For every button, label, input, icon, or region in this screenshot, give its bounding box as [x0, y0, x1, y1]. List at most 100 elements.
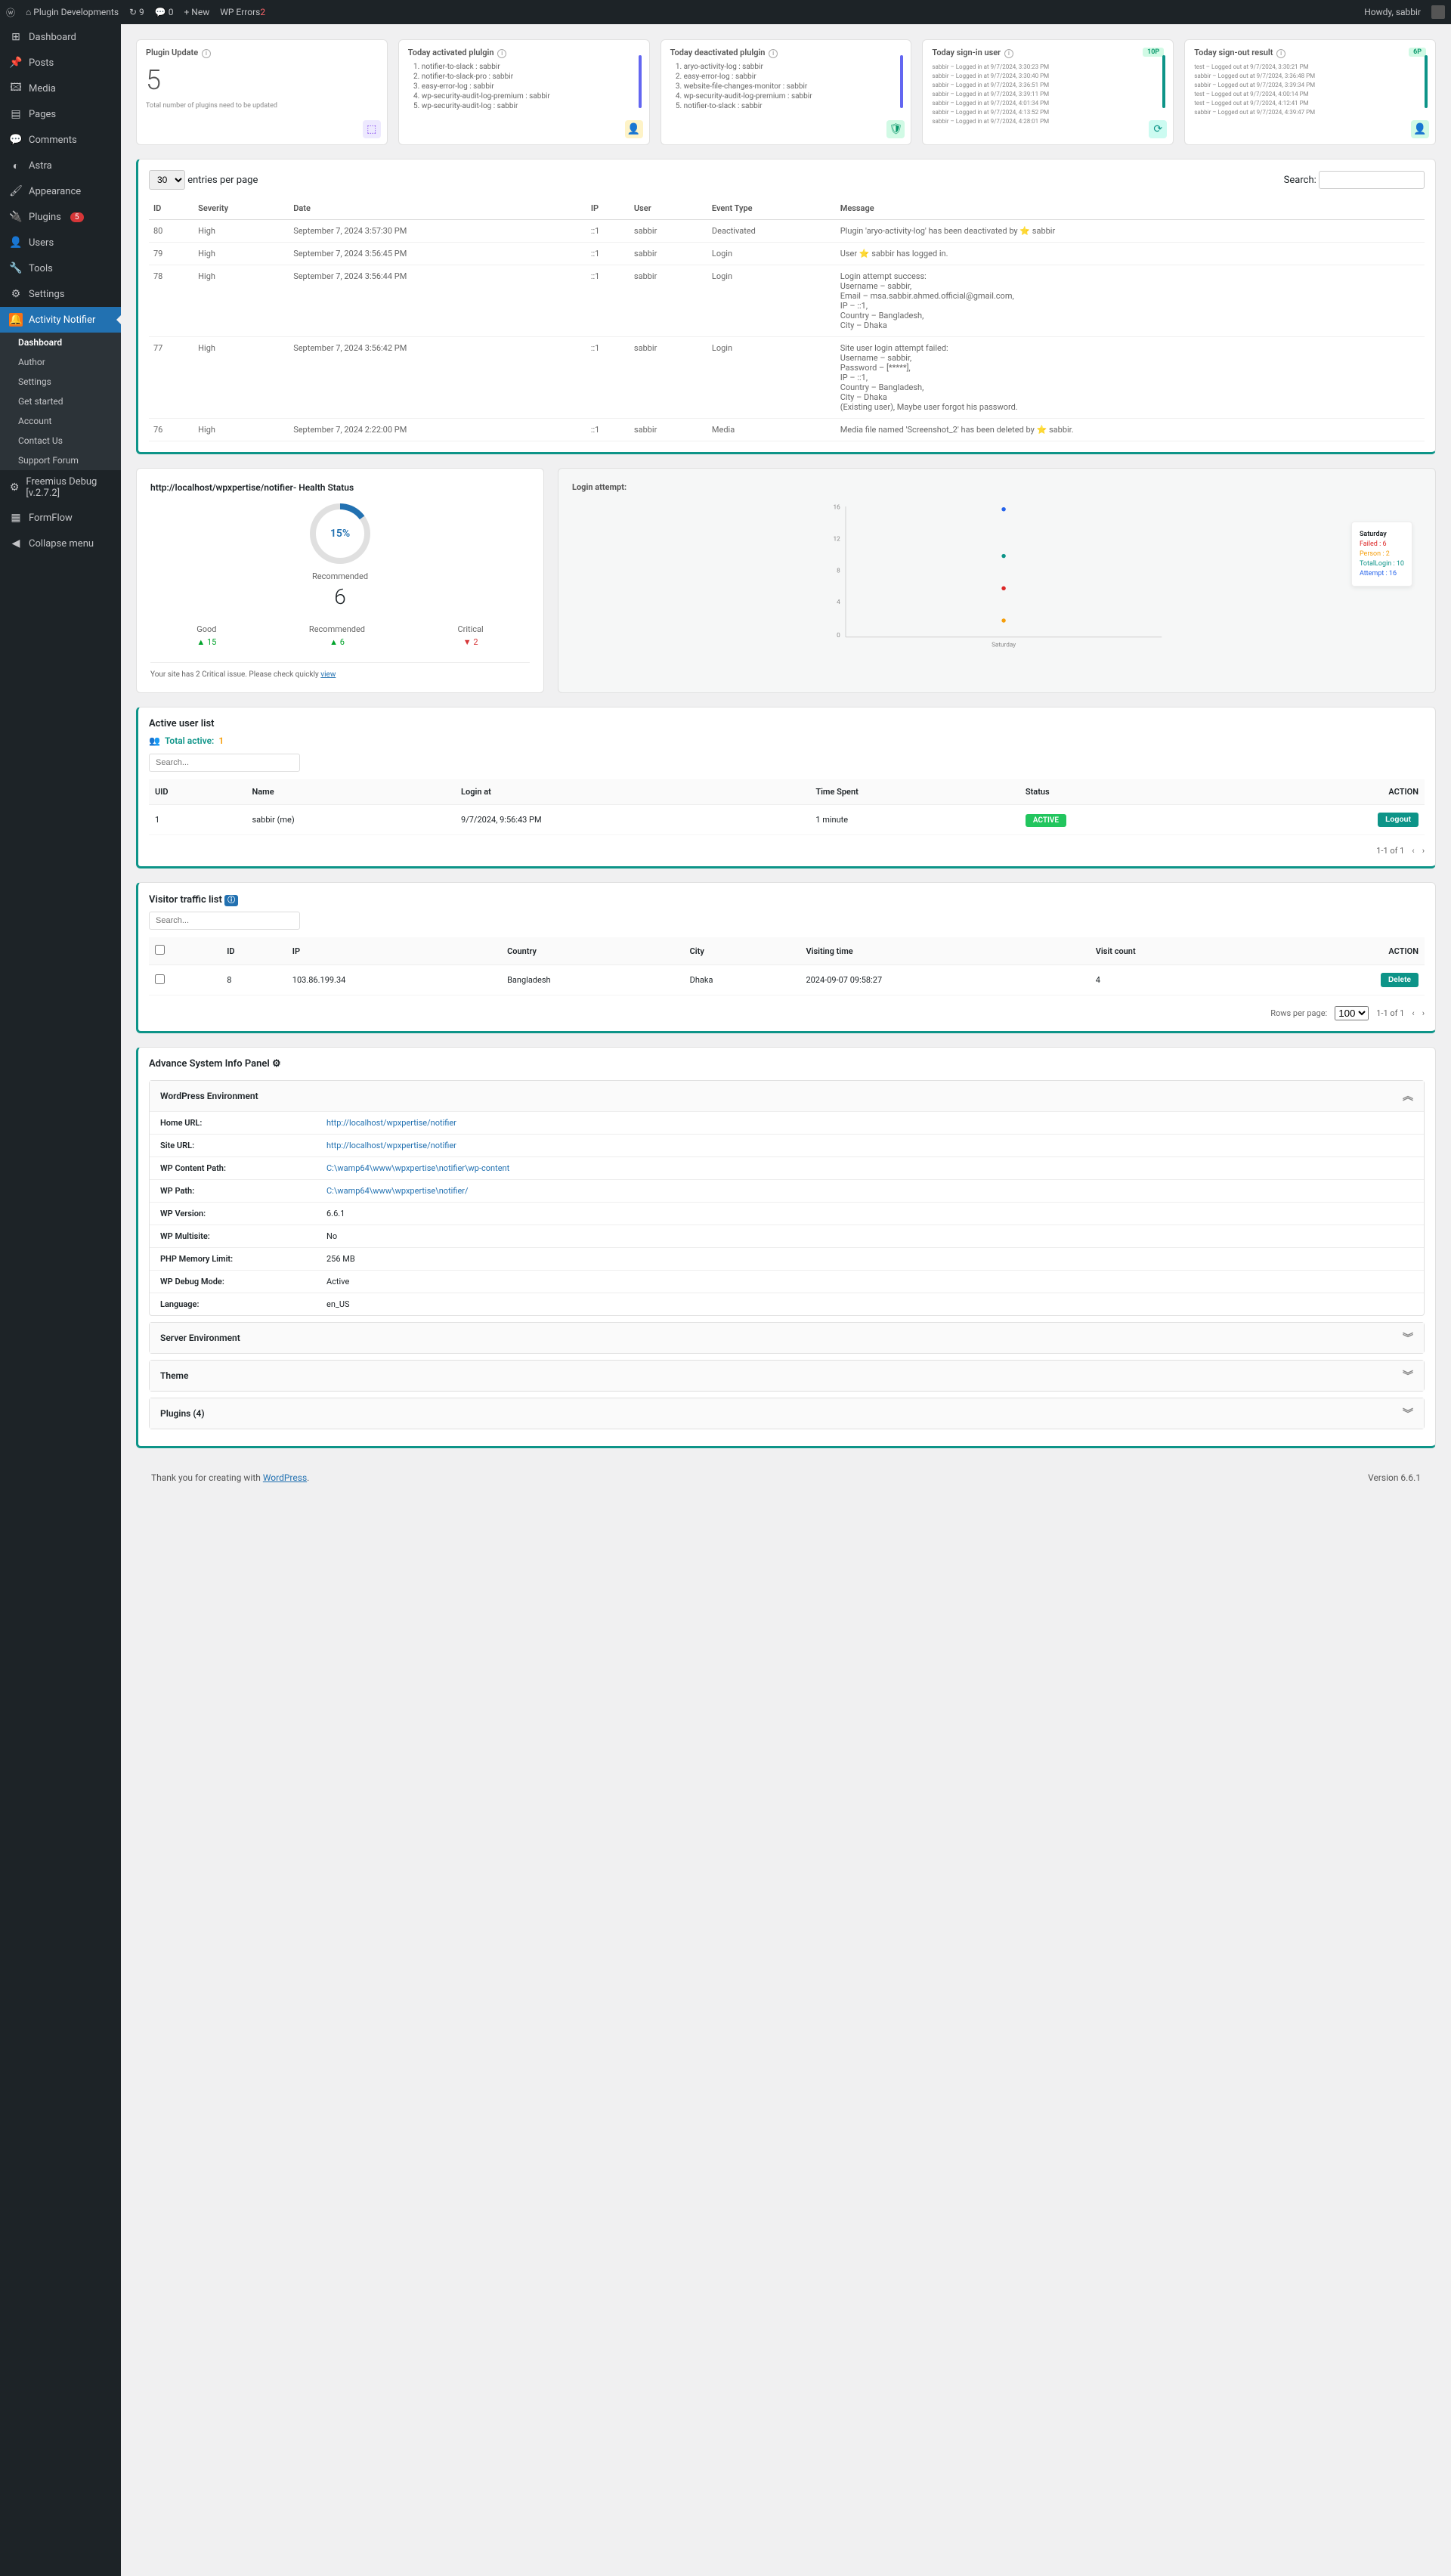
next-icon[interactable]: › [1422, 846, 1425, 856]
prev-icon[interactable]: ‹ [1412, 846, 1414, 856]
chart-title: Login attempt: [572, 482, 1422, 492]
info-badge-icon[interactable]: ⓘ [224, 895, 238, 906]
admin-bar: ⓦ ⌂ Plugin Developments ↻ 9 💬 0 + New WP… [0, 0, 1451, 24]
brush-icon: 🖌 [9, 184, 23, 198]
sidebar-item-posts[interactable]: 📌Posts [0, 50, 121, 76]
col-id[interactable]: ID [149, 197, 193, 220]
active-users-panel: Active user list 👥Total active: 1 UIDNam… [136, 707, 1436, 868]
acc-plugins-header[interactable]: Plugins (4)︾ [150, 1398, 1424, 1429]
log-table: ID Severity Date IP User Event Type Mess… [149, 197, 1425, 441]
info-icon[interactable]: i [769, 49, 778, 58]
signout-pill: 6P [1409, 48, 1426, 57]
bar-icon [900, 55, 903, 108]
table-row: 8103.86.199.34BangladeshDhaka2024-09-07 … [149, 965, 1425, 995]
sidebar-item-astra[interactable]: ◐Astra [0, 153, 121, 178]
table-row: PHP Memory Limit:256 MB [150, 1248, 1424, 1271]
sidebar-item-tools[interactable]: 🔧Tools [0, 255, 121, 281]
comments-icon[interactable]: 💬 0 [155, 7, 174, 17]
health-title: http://localhost/wpxpertise/notifier- He… [150, 482, 530, 493]
collapse-icon: ◀ [9, 537, 23, 550]
acc-theme-header[interactable]: Theme︾ [150, 1361, 1424, 1391]
info-icon[interactable]: i [202, 49, 211, 58]
rpp-select[interactable]: 100 [1335, 1006, 1369, 1020]
select-all-checkbox[interactable] [155, 945, 165, 955]
col-user[interactable]: User [630, 197, 707, 220]
delete-button[interactable]: Delete [1381, 973, 1419, 987]
sub-author[interactable]: Author [0, 352, 121, 372]
sidebar-item-appearance[interactable]: 🖌Appearance [0, 178, 121, 204]
table-row: WP Debug Mode:Active [150, 1271, 1424, 1293]
bar-icon [1162, 55, 1165, 108]
active-search-input[interactable] [149, 754, 300, 772]
wp-link[interactable]: WordPress [263, 1472, 307, 1483]
sub-getstarted[interactable]: Get started [0, 392, 121, 411]
visitor-search-input[interactable] [149, 912, 300, 930]
col-severity[interactable]: Severity [193, 197, 289, 220]
row-checkbox[interactable] [155, 974, 165, 984]
sidebar-item-settings[interactable]: ⚙Settings [0, 281, 121, 307]
acc-server: Server Environment︾ [149, 1322, 1425, 1354]
sidebar-item-dashboard[interactable]: ⊞Dashboard [0, 24, 121, 50]
rec-num: 6 [150, 584, 530, 609]
info-icon[interactable]: i [1276, 49, 1285, 58]
info-icon[interactable]: i [1004, 49, 1013, 58]
table-row: Language:en_US [150, 1293, 1424, 1316]
col-date[interactable]: Date [289, 197, 586, 220]
refresh-icon[interactable]: ↻ 9 [129, 7, 144, 17]
rec-label: Recommended [150, 571, 530, 581]
wp-logo-icon[interactable]: ⓦ [6, 6, 15, 19]
wp-errors-link[interactable]: WP Errors2 [220, 7, 265, 17]
sidebar-item-pages[interactable]: ▤Pages [0, 101, 121, 127]
media-icon: 🖾 [9, 82, 23, 95]
chevron-up-icon: ︽ [1403, 1088, 1413, 1104]
sidebar-item-plugins[interactable]: 🔌Plugins5 [0, 204, 121, 230]
search-input[interactable] [1319, 171, 1425, 189]
card-deactivated: Today deactivated plulgin i aryo-activit… [661, 39, 912, 145]
col-message[interactable]: Message [836, 197, 1425, 220]
col-ip[interactable]: IP [586, 197, 630, 220]
sub-dashboard[interactable]: Dashboard [0, 333, 121, 352]
sidebar-item-formflow[interactable]: ▦FormFlow [0, 505, 121, 531]
table-row: 76HighSeptember 7, 2024 2:22:00 PM::1sab… [149, 419, 1425, 441]
avatar-icon[interactable] [1431, 5, 1445, 19]
rec-val: ▲ 6 [309, 637, 365, 647]
update-note: Total number of plugins need to be updat… [146, 102, 378, 110]
acc-wpenv-header[interactable]: WordPress Environment︽ [150, 1081, 1424, 1111]
active-title: Active user list [149, 718, 1425, 729]
users-icon: 👥 [149, 735, 160, 746]
howdy-label[interactable]: Howdy, sabbir [1364, 7, 1421, 17]
health-note: Your site has 2 Critical issue. Please c… [150, 662, 530, 679]
user-icon: 👤 [1411, 120, 1429, 138]
sidebar-item-media[interactable]: 🖾Media [0, 76, 121, 101]
sidebar-item-users[interactable]: 👤Users [0, 230, 121, 255]
health-view-link[interactable]: view [320, 670, 336, 679]
footer: Thank you for creating with WordPress. V… [136, 1462, 1436, 1494]
svg-text:4: 4 [837, 598, 840, 605]
table-row: WP Multisite:No [150, 1225, 1424, 1248]
visitors-panel: Visitor traffic list ⓘ IDIPCountryCityVi… [136, 882, 1436, 1033]
sysinfo-title: Advance System Info Panel [149, 1058, 270, 1070]
sidebar-collapse[interactable]: ◀Collapse menu [0, 531, 121, 556]
sidebar-item-freemius[interactable]: ⚙Freemius Debug [v.2.7.2] [0, 470, 121, 505]
prev-icon[interactable]: ‹ [1412, 1008, 1414, 1018]
logout-button[interactable]: Logout [1378, 813, 1419, 827]
user-icon: 👤 [9, 236, 23, 249]
acc-server-header[interactable]: Server Environment︾ [150, 1323, 1424, 1353]
entries-select[interactable]: 30 [149, 170, 185, 190]
info-icon[interactable]: i [497, 49, 506, 58]
comment-icon: 💬 [9, 133, 23, 147]
sub-account[interactable]: Account [0, 411, 121, 431]
visitors-title: Visitor traffic list [149, 894, 222, 906]
home-icon[interactable]: ⌂ Plugin Developments [26, 7, 119, 17]
active-users-table: UIDNameLogin atTime SpentStatusACTION 1s… [149, 779, 1425, 835]
sidebar-item-activity-notifier[interactable]: 🔔Activity Notifier [0, 307, 121, 333]
sidebar-item-comments[interactable]: 💬Comments [0, 127, 121, 153]
col-event[interactable]: Event Type [707, 197, 836, 220]
new-link[interactable]: + New [184, 7, 209, 17]
sub-supportforum[interactable]: Support Forum [0, 450, 121, 470]
card-signout: Today sign-out result i 6P test – Logged… [1184, 39, 1436, 145]
sub-contactus[interactable]: Contact Us [0, 431, 121, 450]
next-icon[interactable]: › [1422, 1008, 1425, 1018]
svg-text:Saturday: Saturday [992, 641, 1016, 649]
sub-settings[interactable]: Settings [0, 372, 121, 392]
